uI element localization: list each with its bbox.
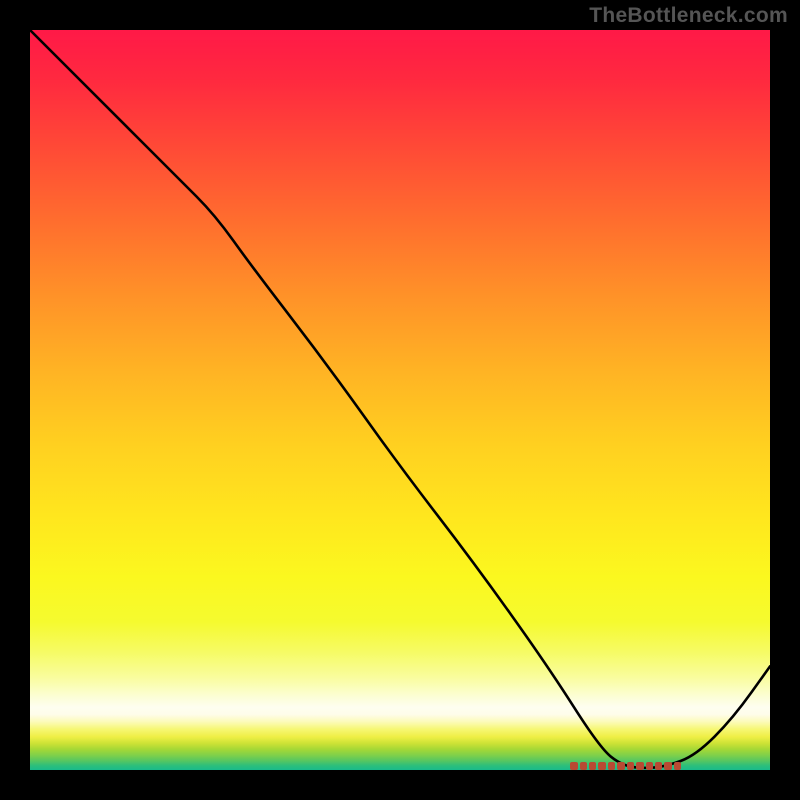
baseline-marker-dot [646,762,653,770]
baseline-marker-dot [598,762,605,770]
baseline-marker-dot [580,762,587,770]
baseline-marker-dot [674,762,681,770]
curve-layer [30,30,770,770]
baseline-marker-dot [636,762,643,770]
watermark-text: TheBottleneck.com [589,4,788,28]
plot-area [30,30,770,770]
chart-stage: TheBottleneck.com [0,0,800,800]
baseline-marker-dot [627,762,634,770]
baseline-marker-dot [608,762,615,770]
curve-path [30,30,770,768]
baseline-marker-dot [570,762,577,770]
baseline-marker-dot [655,762,662,770]
baseline-marker-dot [589,762,596,770]
baseline-marker-strip [570,762,681,770]
baseline-marker-dot [664,762,671,770]
baseline-marker-dot [617,762,624,770]
